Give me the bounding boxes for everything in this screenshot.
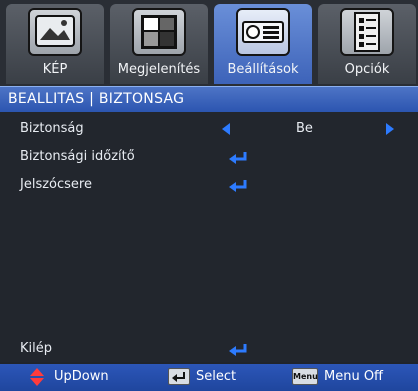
tab-megjelenites[interactable]: Megjelenítés <box>110 4 208 84</box>
menu-item-kilep[interactable]: Kilép <box>0 336 418 362</box>
footer-updown-label: UpDown <box>54 369 109 384</box>
arrow-right-icon[interactable] <box>386 123 394 135</box>
tab-label: Opciók <box>344 62 390 77</box>
menu-item-label: Biztonság <box>20 121 84 136</box>
menu-item-label: Biztonsági időzítő <box>20 149 135 164</box>
picture-icon <box>28 8 82 56</box>
tab-kep[interactable]: KÉP <box>6 4 104 84</box>
tab-label: Beállítások <box>227 62 299 77</box>
enter-key-icon <box>168 368 190 385</box>
tab-beallitasok[interactable]: Beállítások <box>214 4 312 84</box>
menu-item-biztonsagi-idozito[interactable]: Biztonsági időzítő <box>0 144 418 170</box>
enter-icon <box>229 344 247 356</box>
display-icon <box>132 8 186 56</box>
enter-icon <box>229 180 247 192</box>
tab-opciok[interactable]: Opciók <box>318 4 416 84</box>
arrow-left-icon[interactable] <box>222 123 230 135</box>
menu-item-label: Jelszócsere <box>20 177 92 192</box>
footer-select-label: Select <box>196 369 237 384</box>
osd-menu: KÉP Megjelenítés Beállítások Opciók BEAL… <box>0 0 418 391</box>
page-title: BEALLITAS | BIZTONSAG <box>8 91 185 107</box>
enter-icon <box>229 152 247 164</box>
menu-item-label: Kilép <box>20 341 52 356</box>
projector-icon <box>236 8 290 56</box>
menu-item-biztonsag[interactable]: Biztonság Be <box>0 116 418 142</box>
menu-key-icon: Menu <box>292 368 318 385</box>
options-icon <box>340 8 394 56</box>
footer-menu-off-label: Menu Off <box>324 369 384 384</box>
menu-item-jelszocsere[interactable]: Jelszócsere <box>0 172 418 198</box>
menu-title-bar: BEALLITAS | BIZTONSAG <box>0 86 418 112</box>
menu-list: Biztonság Be Biztonsági időzítő Jelszócs… <box>0 112 418 362</box>
updown-arrows-icon <box>30 368 44 386</box>
footer-bar: UpDown Select Menu Menu Off <box>0 364 418 391</box>
menu-item-value: Be <box>296 121 313 136</box>
tab-label: KÉP <box>42 62 68 77</box>
tab-bar: KÉP Megjelenítés Beállítások Opciók <box>0 0 418 86</box>
tab-label: Megjelenítés <box>117 62 201 77</box>
